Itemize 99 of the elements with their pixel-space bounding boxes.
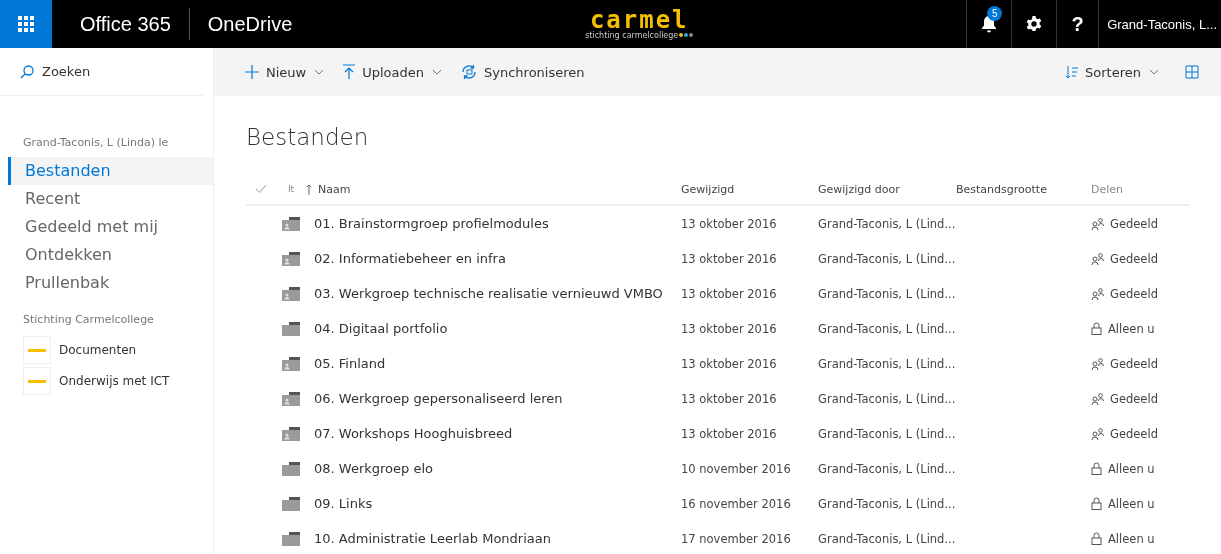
table-cell: Grand-Taconis, L (Lind... xyxy=(818,356,956,371)
lock-icon xyxy=(1091,532,1102,545)
sharing-status: Gedeeld xyxy=(1110,391,1158,406)
sharing-status: Alleen u xyxy=(1108,461,1155,476)
sort-button[interactable]: Sorteren xyxy=(1063,60,1161,84)
table-cell: Grand-Taconis, L (Lind... xyxy=(818,391,956,406)
folder-name-link[interactable]: 10. Administratie Leerlab Mondriaan xyxy=(306,531,681,546)
shared-folder-icon xyxy=(282,216,300,231)
lock-icon xyxy=(1091,497,1102,510)
app-launcher-button[interactable] xyxy=(0,0,52,48)
carmel-logo: carmel stichting carmelcollege xyxy=(585,8,694,40)
folder-name-link[interactable]: 09. Links xyxy=(306,496,681,511)
sort-icon xyxy=(1065,65,1080,79)
table-cell: Grand-Taconis, L (Lind... xyxy=(818,461,956,476)
table-cell: Grand-Taconis, L (Lind... xyxy=(818,286,956,301)
folder-name-link[interactable]: 06. Werkgroep gepersonaliseerd leren xyxy=(306,391,681,406)
search-field[interactable]: Zoeken xyxy=(40,63,184,80)
suite-title[interactable]: Office 365 xyxy=(52,8,190,40)
chevron-down-icon xyxy=(1149,69,1159,75)
people-icon xyxy=(1091,427,1104,440)
folder-icon xyxy=(282,496,300,511)
table-cell-text: 17 november 2016 xyxy=(681,531,792,546)
table-cell: Grand-Taconis, L (Lind... xyxy=(818,531,956,546)
folder-icon xyxy=(282,321,300,336)
nav-item[interactable]: Bestanden xyxy=(8,157,213,185)
table-cell: Grand-Taconis, L (Lind... xyxy=(818,321,956,336)
sharing-status: Gedeeld xyxy=(1110,426,1158,441)
nav-item[interactable]: Ontdekken xyxy=(8,241,213,269)
column-header[interactable]: It xyxy=(276,184,306,194)
shared-folder-icon xyxy=(282,391,300,406)
table-cell: Grand-Taconis, L (Lind... xyxy=(818,496,956,511)
lock-icon xyxy=(1091,462,1102,475)
grid-icon xyxy=(1185,65,1199,79)
folder-icon xyxy=(282,531,300,546)
sharing-status: Gedeeld xyxy=(1110,251,1158,266)
table-cell-text: 16 november 2016 xyxy=(681,496,792,511)
site-link[interactable]: Documenten xyxy=(59,343,137,357)
sort-up-arrow-icon xyxy=(306,183,312,195)
shared-folder-icon xyxy=(282,286,300,301)
page-title: Bestanden xyxy=(246,124,370,150)
plus-icon xyxy=(244,64,260,80)
table-cell: Grand-Taconis, L (Lind... xyxy=(818,251,956,266)
column-header[interactable]: Naam xyxy=(306,182,681,196)
sharing-status: Gedeeld xyxy=(1110,286,1158,301)
folder-name-link[interactable]: 04. Digitaal portfolio xyxy=(306,321,681,336)
people-icon xyxy=(1091,392,1104,405)
lock-icon xyxy=(1091,322,1102,335)
upload-icon xyxy=(342,64,357,80)
table-cell-text: 13 oktober 2016 xyxy=(681,321,778,336)
table-cell-text: 13 oktober 2016 xyxy=(681,356,778,371)
column-header[interactable]: Delen xyxy=(1091,182,1190,196)
table-cell-text: 13 oktober 2016 xyxy=(681,251,778,266)
shared-folder-icon xyxy=(282,251,300,266)
people-icon xyxy=(1091,252,1104,265)
select-all-check-icon[interactable] xyxy=(255,184,267,194)
folder-name-link[interactable]: 02. Informatiebeheer en infra xyxy=(306,251,681,266)
sync-icon xyxy=(460,64,478,80)
nav-item[interactable]: Prullenbak xyxy=(8,269,213,297)
sharing-status: Alleen u xyxy=(1108,321,1155,336)
site-link[interactable]: Onderwijs met ICT xyxy=(59,374,170,388)
nav-item[interactable]: Recent xyxy=(8,185,213,213)
folder-name-link[interactable]: 05. Finland xyxy=(306,356,681,371)
folder-name-link[interactable]: 03. Werkgroep technische realisatie vernieuwd VMBO xyxy=(306,286,681,301)
shared-folder-icon xyxy=(282,426,300,441)
table-cell-text: 13 oktober 2016 xyxy=(681,426,778,441)
app-title[interactable]: OneDrive xyxy=(189,0,293,48)
people-icon xyxy=(1091,287,1104,300)
table-cell-text: 13 oktober 2016 xyxy=(681,286,778,301)
nav-item[interactable]: Gedeeld met mij xyxy=(8,213,213,241)
folder-name-link[interactable]: 07. Workshops Hooghuisbreed xyxy=(306,426,681,441)
column-header[interactable]: Bestandsgrootte xyxy=(956,182,1091,196)
command-button[interactable]: Synchroniseren xyxy=(458,60,587,84)
folder-name-link[interactable]: 01. Brainstormgroep profielmodules xyxy=(306,216,681,231)
site-logo-icon xyxy=(23,367,51,395)
table-cell: Grand-Taconis, L (Lind... xyxy=(818,426,956,441)
site-logo-icon xyxy=(23,336,51,364)
people-icon xyxy=(1091,357,1104,370)
sharing-status: Gedeeld xyxy=(1110,356,1158,371)
folder-icon xyxy=(282,461,300,476)
table-cell-text: 13 oktober 2016 xyxy=(681,216,778,231)
people-icon xyxy=(1091,217,1104,230)
folder-name-link[interactable]: 08. Werkgroep elo xyxy=(306,461,681,476)
column-header[interactable]: Gewijzigd xyxy=(681,182,818,196)
account-name: Grand-Taconis, L (Linda) le xyxy=(22,135,170,151)
group-heading: Stichting Carmelcollege xyxy=(22,312,155,328)
command-button[interactable]: Nieuw xyxy=(242,60,327,84)
waffle-grid-icon xyxy=(18,16,34,32)
shared-folder-icon xyxy=(282,356,300,371)
column-header[interactable]: Gewijzigd door xyxy=(818,182,956,196)
gear-icon xyxy=(1025,15,1044,33)
command-button[interactable]: Uploaden xyxy=(340,60,444,84)
sharing-status: Alleen u xyxy=(1108,496,1155,511)
sharing-status: Gedeeld xyxy=(1110,216,1158,231)
table-cell: Grand-Taconis, L (Lind... xyxy=(818,216,956,231)
sharing-status: Alleen u xyxy=(1108,531,1155,546)
notification-count: 5 xyxy=(987,6,1003,21)
table-cell-text: 10 november 2016 xyxy=(681,461,792,476)
search-icon xyxy=(20,64,34,79)
table-cell-text: 13 oktober 2016 xyxy=(681,391,778,406)
